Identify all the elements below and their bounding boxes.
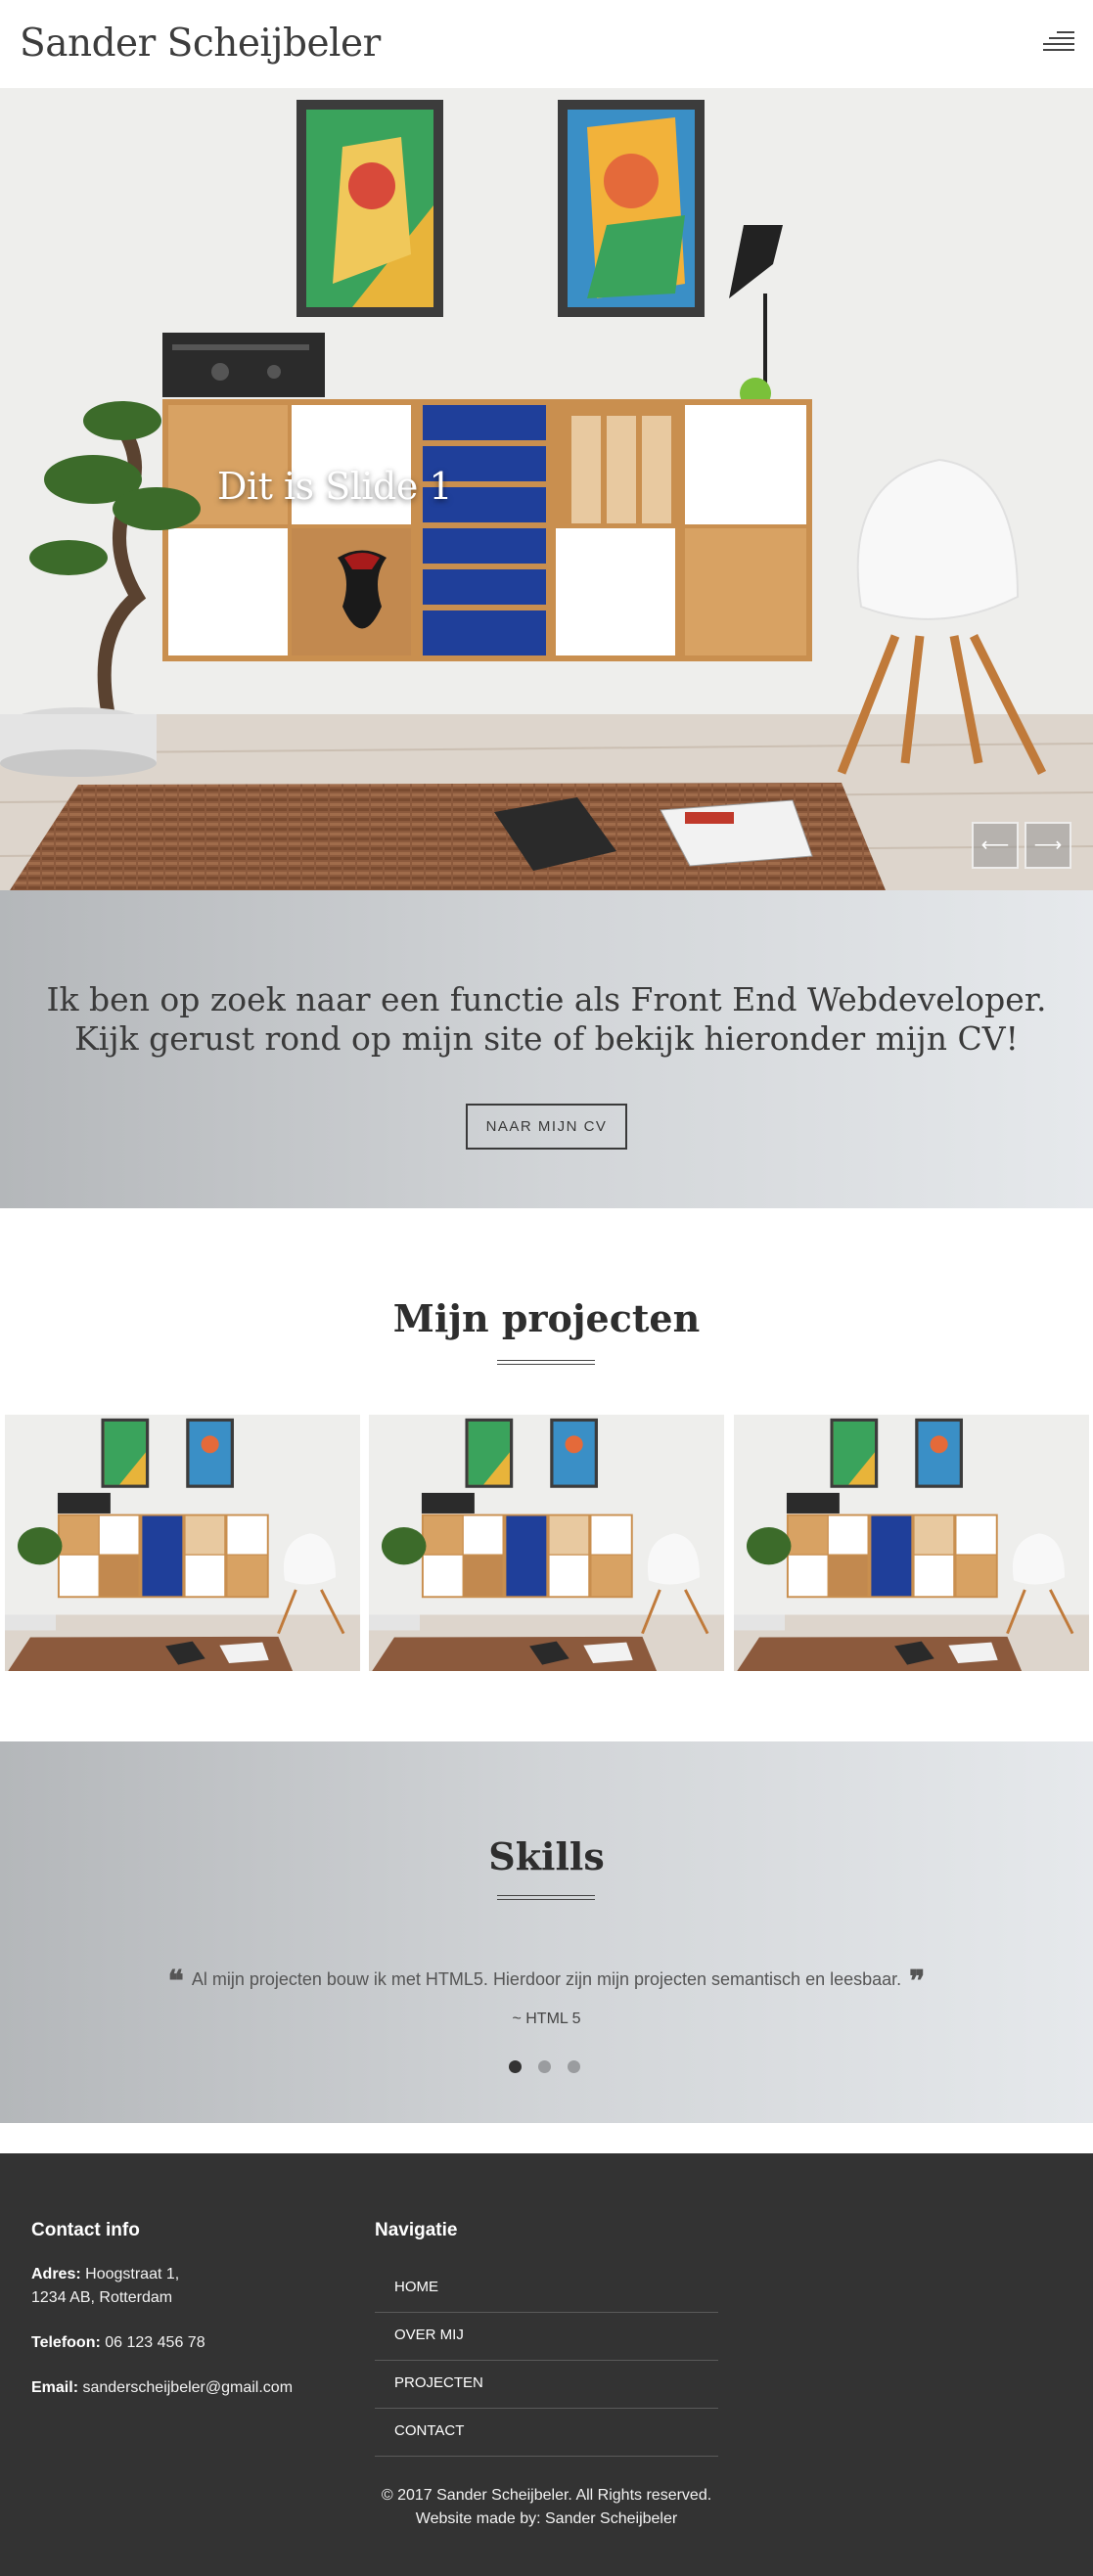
skills-title: Skills bbox=[488, 1834, 605, 1878]
slider-prev-button[interactable]: ⟵ bbox=[972, 822, 1019, 869]
phone-label: Telefoon: bbox=[31, 2334, 101, 2351]
projects-title-underline bbox=[497, 1360, 595, 1365]
footer-nav: HOME OVER MIJ PROJECTEN CONTACT bbox=[375, 2265, 718, 2457]
intro-text: Ik ben op zoek naar een functie als Fron… bbox=[20, 980, 1073, 1059]
footer-nav-projecten[interactable]: PROJECTEN bbox=[375, 2361, 718, 2409]
project-thumbnail[interactable] bbox=[5, 1415, 360, 1671]
skills-carousel-dots bbox=[509, 2060, 587, 2074]
footer-nav-over-mij[interactable]: OVER MIJ bbox=[375, 2313, 718, 2361]
intro-banner: Ik ben op zoek naar een functie als Fron… bbox=[0, 890, 1093, 1208]
footer-nav-contact[interactable]: CONTACT bbox=[375, 2409, 718, 2457]
carousel-dot[interactable] bbox=[509, 2060, 522, 2073]
slide-caption: Dit is Slide 1 bbox=[217, 465, 453, 508]
carousel-dot[interactable] bbox=[538, 2060, 551, 2073]
intro-line-2: Kijk gerust rond op mijn site of bekijk … bbox=[74, 1019, 1019, 1058]
hero-slide-image bbox=[0, 88, 1093, 890]
hamburger-menu-icon[interactable] bbox=[1043, 31, 1074, 55]
address-line-1: Hoogstraat 1, bbox=[85, 2266, 180, 2282]
contact-heading: Contact info bbox=[31, 2220, 140, 2240]
site-header: Sander Scheijbeler bbox=[0, 0, 1093, 88]
project-thumbnail[interactable] bbox=[369, 1415, 724, 1671]
skills-quote-author: ~ HTML 5 bbox=[512, 2011, 581, 2027]
address-label: Adres: bbox=[31, 2266, 81, 2282]
copyright-text: © 2017 Sander Scheijbeler. All Rights re… bbox=[381, 2487, 712, 2504]
intro-line-1: Ik ben op zoek naar een functie als Fron… bbox=[46, 980, 1047, 1018]
project-image bbox=[369, 1415, 724, 1671]
email-value[interactable]: sanderscheijbeler@gmail.com bbox=[82, 2379, 293, 2396]
contact-phone: Telefoon: 06 123 456 78 bbox=[31, 2331, 205, 2355]
copyright: © 2017 Sander Scheijbeler. All Rights re… bbox=[375, 2484, 718, 2531]
skills-section: Skills ❝ Al mijn projecten bouw ik met HT… bbox=[0, 1741, 1093, 2123]
skills-quote-text: Al mijn projecten bouw ik met HTML5. Hie… bbox=[191, 1969, 902, 1989]
contact-address: Adres: Hoogstraat 1, 1234 AB, Rotterdam bbox=[31, 2263, 179, 2310]
hero-slider: Dit is Slide 1 ⟵ ⟶ bbox=[0, 88, 1093, 890]
footer-nav-home[interactable]: HOME bbox=[375, 2265, 718, 2313]
nav-heading: Navigatie bbox=[375, 2220, 458, 2240]
phone-value[interactable]: 06 123 456 78 bbox=[105, 2334, 205, 2351]
project-image bbox=[734, 1415, 1089, 1671]
address-line-2: 1234 AB, Rotterdam bbox=[31, 2289, 173, 2306]
close-quote-icon: ❞ bbox=[909, 1965, 926, 1999]
contact-email: Email: sanderscheijbeler@gmail.com bbox=[31, 2376, 293, 2400]
open-quote-icon: ❝ bbox=[167, 1965, 184, 1999]
skills-title-underline bbox=[497, 1895, 595, 1900]
carousel-dot[interactable] bbox=[568, 2060, 580, 2073]
projects-title: Mijn projecten bbox=[392, 1296, 701, 1340]
site-footer: Contact info Adres: Hoogstraat 1, 1234 A… bbox=[0, 2153, 1093, 2576]
project-image bbox=[5, 1415, 360, 1671]
email-label: Email: bbox=[31, 2379, 79, 2396]
site-title[interactable]: Sander Scheijbeler bbox=[20, 22, 381, 66]
skills-quote: ❝ Al mijn projecten bouw ik met HTML5. Hi… bbox=[0, 1965, 1093, 1999]
project-thumbnail[interactable] bbox=[734, 1415, 1089, 1671]
cv-button[interactable]: NAAR MIJN CV bbox=[466, 1104, 627, 1150]
made-by-text: Website made by: Sander Scheijbeler bbox=[415, 2510, 678, 2527]
slider-next-button[interactable]: ⟶ bbox=[1025, 822, 1071, 869]
